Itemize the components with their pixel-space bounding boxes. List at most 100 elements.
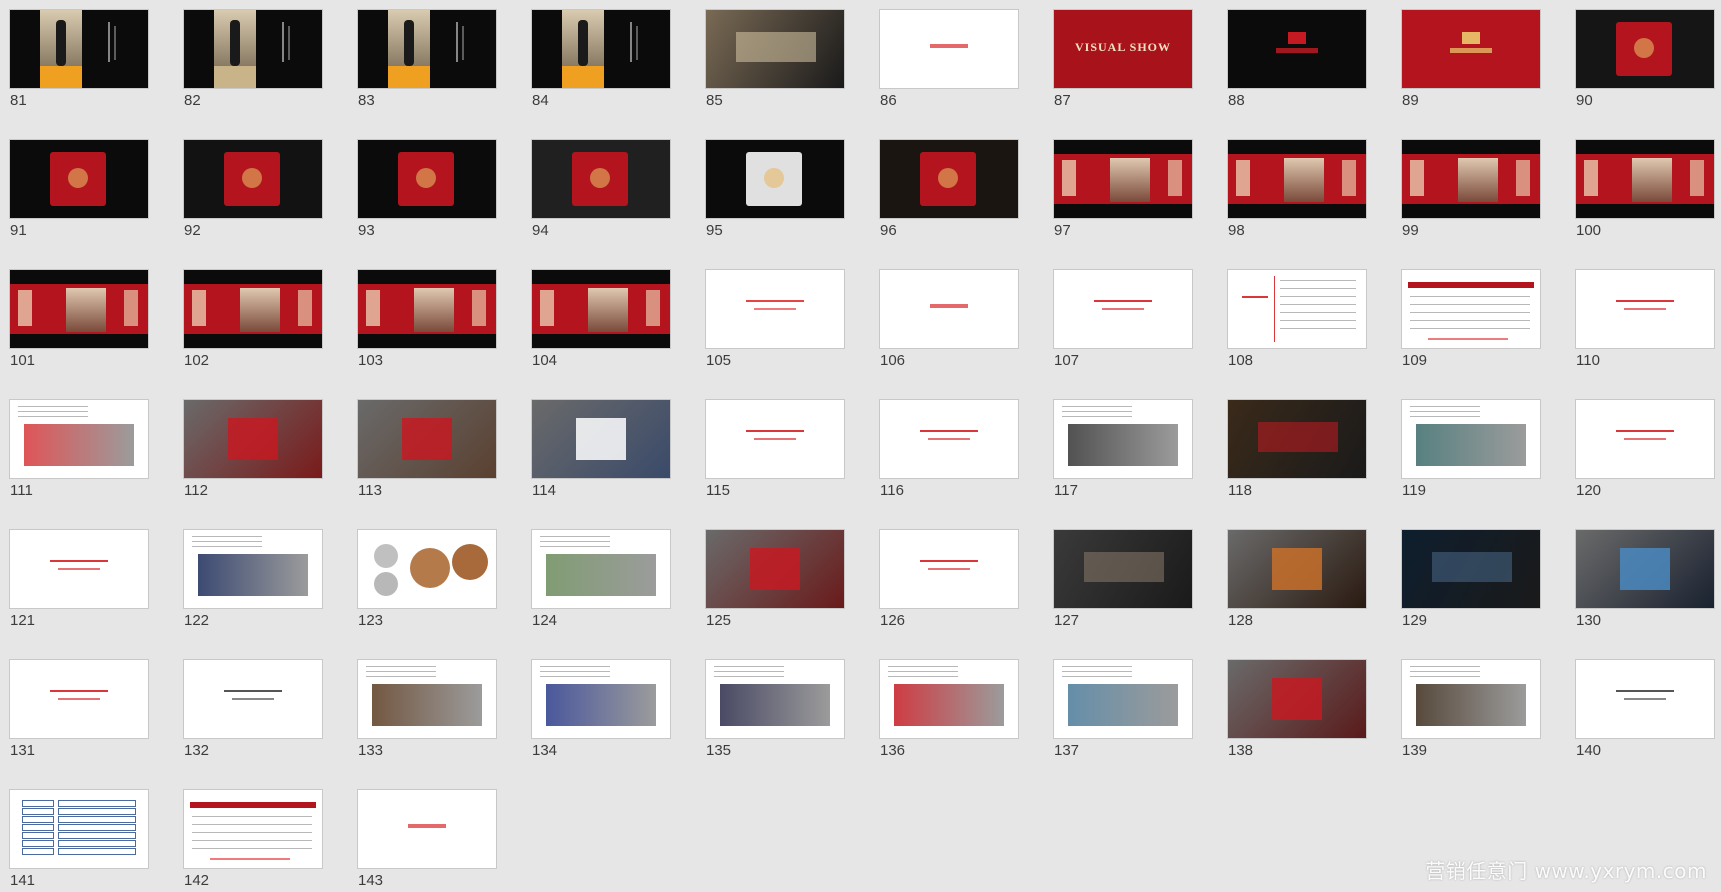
slide-preview (357, 139, 497, 219)
slide-thumbnail[interactable]: 112 (183, 399, 323, 500)
slide-thumbnail[interactable]: 140 (1575, 659, 1715, 760)
slide-number: 100 (1576, 222, 1602, 239)
slide-thumbnail[interactable]: 85 (705, 9, 845, 110)
slide-thumbnail[interactable]: 131 (9, 659, 149, 760)
slide-number: 142 (184, 872, 210, 889)
banner-title (1236, 160, 1250, 196)
vertical-text (282, 22, 284, 62)
figure (404, 20, 414, 66)
slide-number: 143 (358, 872, 384, 889)
slide-thumbnail[interactable]: 103 (357, 269, 497, 370)
slide-number: 98 (1228, 222, 1245, 239)
figure (56, 20, 66, 66)
slide-thumbnail[interactable]: 111 (9, 399, 149, 500)
slide-thumbnail[interactable]: 116 (879, 399, 1019, 500)
slide-thumbnail[interactable]: 97 (1053, 139, 1193, 240)
slide-thumbnail[interactable]: 122 (183, 529, 323, 630)
slide-thumbnail[interactable]: 98 (1227, 139, 1367, 240)
slide-preview (705, 659, 845, 739)
text-line (1094, 300, 1152, 302)
slide-thumbnail[interactable]: 106 (879, 269, 1019, 370)
slide-thumbnail[interactable]: 108 (1227, 269, 1367, 370)
slide-thumbnail[interactable]: 119 (1401, 399, 1541, 500)
slide-thumbnail[interactable]: 117 (1053, 399, 1193, 500)
slide-thumbnail[interactable]: 114 (531, 399, 671, 500)
slide-thumbnail[interactable]: 113 (357, 399, 497, 500)
slide-thumbnail[interactable]: 115 (705, 399, 845, 500)
slide-thumbnail[interactable]: 126 (879, 529, 1019, 630)
slide-thumbnail[interactable]: 134 (531, 659, 671, 760)
banner-text (1168, 160, 1182, 196)
slide-thumbnail[interactable]: 110 (1575, 269, 1715, 370)
text-line (540, 541, 610, 542)
slide-thumbnail[interactable]: 93 (357, 139, 497, 240)
slide-thumbnail[interactable]: 143 (357, 789, 497, 890)
slide-thumbnail[interactable]: 130 (1575, 529, 1715, 630)
slide-number: 111 (10, 482, 33, 499)
slide-thumbnail[interactable]: 96 (879, 139, 1019, 240)
slide-thumbnail[interactable]: 99 (1401, 139, 1541, 240)
collage-overlay (228, 418, 278, 460)
text-line (754, 308, 796, 310)
slide-thumbnail[interactable]: 128 (1227, 529, 1367, 630)
label-text (930, 44, 968, 48)
slide-thumbnail[interactable]: 142 (183, 789, 323, 890)
slide-thumbnail[interactable]: 127 (1053, 529, 1193, 630)
slide-thumbnail[interactable]: 109 (1401, 269, 1541, 370)
banner-photo (1632, 158, 1672, 202)
slide-thumbnail[interactable]: 133 (357, 659, 497, 760)
slide-thumbnail[interactable]: 123 (357, 529, 497, 630)
slide-preview (9, 9, 149, 89)
banner-photo (414, 288, 454, 332)
slide-thumbnail[interactable]: 100 (1575, 139, 1715, 240)
slide-thumbnail[interactable]: 141 (9, 789, 149, 890)
slide-thumbnail[interactable]: 121 (9, 529, 149, 630)
slide-thumbnail[interactable]: 82 (183, 9, 323, 110)
slide-preview (1227, 529, 1367, 609)
divider (1274, 276, 1275, 342)
slide-thumbnail[interactable]: 94 (531, 139, 671, 240)
slide-thumbnail[interactable]: 105 (705, 269, 845, 370)
slide-thumbnail[interactable]: 136 (879, 659, 1019, 760)
slide-thumbnail[interactable]: 124 (531, 529, 671, 630)
slide-thumbnail[interactable]: 135 (705, 659, 845, 760)
slide-thumbnail[interactable]: 102 (183, 269, 323, 370)
slide-thumbnail[interactable]: 86 (879, 9, 1019, 110)
slide-preview (879, 139, 1019, 219)
slide-thumbnail[interactable]: 90 (1575, 9, 1715, 110)
text-line (366, 666, 436, 667)
logo-mark (1462, 32, 1480, 44)
table-cell (58, 832, 136, 839)
banner-text (1516, 160, 1530, 196)
slide-thumbnail[interactable]: 125 (705, 529, 845, 630)
banner-photo (1458, 158, 1498, 202)
slide-thumbnail[interactable]: 132 (183, 659, 323, 760)
slide-preview (183, 269, 323, 349)
slide-thumbnail[interactable]: 91 (9, 139, 149, 240)
slide-thumbnail[interactable]: 138 (1227, 659, 1367, 760)
product-detail (590, 168, 610, 188)
slide-thumbnail[interactable]: 137 (1053, 659, 1193, 760)
slide-thumbnail[interactable]: 84 (531, 9, 671, 110)
site-watermark: 营销任意门 www.yxrym.com (1425, 859, 1707, 883)
slide-thumbnail[interactable]: 120 (1575, 399, 1715, 500)
slide-preview (1575, 659, 1715, 739)
slide-thumbnail[interactable]: 83 (357, 9, 497, 110)
slide-thumbnail[interactable]: 139 (1401, 659, 1541, 760)
slide-thumbnail[interactable]: 81 (9, 9, 149, 110)
timeline-row (1410, 320, 1530, 321)
slide-thumbnail[interactable]: 95 (705, 139, 845, 240)
text-line (18, 416, 88, 417)
slide-thumbnail[interactable]: 104 (531, 269, 671, 370)
slide-number: 99 (1402, 222, 1419, 239)
slide-thumbnail[interactable]: 92 (183, 139, 323, 240)
slide-thumbnail[interactable]: 129 (1401, 529, 1541, 630)
slide-thumbnail[interactable]: 88 (1227, 9, 1367, 110)
text-line (192, 536, 262, 537)
slide-thumbnail[interactable]: 118 (1227, 399, 1367, 500)
slide-thumbnail[interactable]: 89 (1401, 9, 1541, 110)
slide-thumbnail[interactable]: 107 (1053, 269, 1193, 370)
slide-thumbnail[interactable]: 101 (9, 269, 149, 370)
table-cell (22, 848, 54, 855)
slide-thumbnail[interactable]: VISUAL SHOW 87 (1053, 9, 1193, 110)
